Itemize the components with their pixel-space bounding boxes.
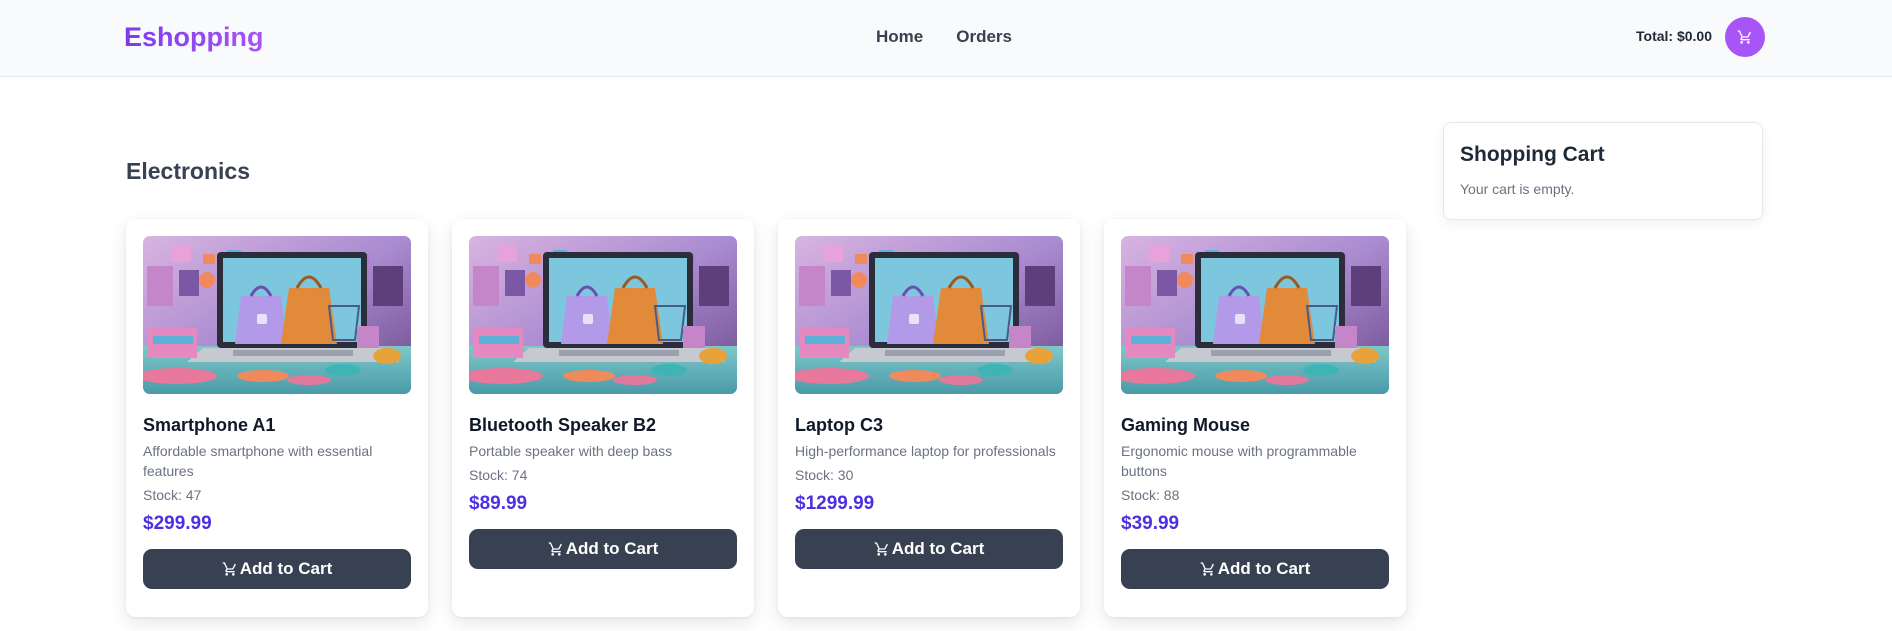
product-price: $39.99 xyxy=(1121,513,1180,534)
product-name: Gaming Mouse xyxy=(1121,415,1251,435)
add-to-cart-label: Add to Cart xyxy=(891,539,985,558)
product-name: Laptop C3 xyxy=(795,415,883,435)
cart-icon xyxy=(874,541,890,557)
product-description: High-performance laptop for professional… xyxy=(795,443,1056,459)
product-image xyxy=(469,236,737,394)
add-to-cart-button[interactable]: Add to Cart xyxy=(469,529,737,569)
main-nav: Home Orders xyxy=(876,27,1012,47)
nav-orders-link[interactable]: Orders xyxy=(956,27,1012,47)
add-to-cart-button[interactable]: Add to Cart xyxy=(143,549,411,589)
cart-icon xyxy=(548,541,564,557)
cart-icon xyxy=(1737,29,1753,45)
cart-icon xyxy=(222,561,238,577)
product-grid: Smartphone A1 Affordable smartphone with… xyxy=(126,219,1406,617)
product-stock: Stock: 74 xyxy=(469,467,528,483)
product-description: Ergonomic mouse with programmable button… xyxy=(1121,443,1357,479)
product-stock: Stock: 88 xyxy=(1121,487,1180,503)
product-image xyxy=(795,236,1063,394)
add-to-cart-button[interactable]: Add to Cart xyxy=(1121,549,1389,589)
shopping-cart-panel: Shopping Cart Your cart is empty. xyxy=(1443,122,1763,220)
category-title: Electronics xyxy=(126,158,250,184)
brand-logo[interactable]: Eshopping xyxy=(124,22,263,53)
product-card: Smartphone A1 Affordable smartphone with… xyxy=(126,219,428,617)
cart-title: Shopping Cart xyxy=(1460,143,1605,166)
add-to-cart-button[interactable]: Add to Cart xyxy=(795,529,1063,569)
cart-empty-message: Your cart is empty. xyxy=(1460,181,1575,197)
product-card: Gaming Mouse Ergonomic mouse with progra… xyxy=(1104,219,1406,617)
product-card: Bluetooth Speaker B2 Portable speaker wi… xyxy=(452,219,754,617)
top-navbar: Eshopping Home Orders Total: $0.00 xyxy=(0,0,1892,77)
product-image xyxy=(143,236,411,394)
product-name: Bluetooth Speaker B2 xyxy=(469,415,657,435)
product-stock: Stock: 47 xyxy=(143,487,202,503)
product-price: $89.99 xyxy=(469,493,528,514)
nav-home-link[interactable]: Home xyxy=(876,27,923,47)
add-to-cart-label: Add to Cart xyxy=(239,559,333,578)
cart-total: Total: $0.00 xyxy=(1636,28,1712,44)
product-image xyxy=(1121,236,1389,394)
product-name: Smartphone A1 xyxy=(143,415,276,435)
product-price: $299.99 xyxy=(143,513,212,534)
cart-icon xyxy=(1200,561,1216,577)
product-description: Portable speaker with deep bass xyxy=(469,443,673,459)
add-to-cart-label: Add to Cart xyxy=(565,539,659,558)
product-description: Affordable smartphone with essential fea… xyxy=(143,443,373,479)
add-to-cart-label: Add to Cart xyxy=(1217,559,1311,578)
product-card: Laptop C3 High-performance laptop for pr… xyxy=(778,219,1080,617)
product-price: $1299.99 xyxy=(795,493,875,514)
cart-button[interactable] xyxy=(1725,17,1765,57)
product-stock: Stock: 30 xyxy=(795,467,854,483)
